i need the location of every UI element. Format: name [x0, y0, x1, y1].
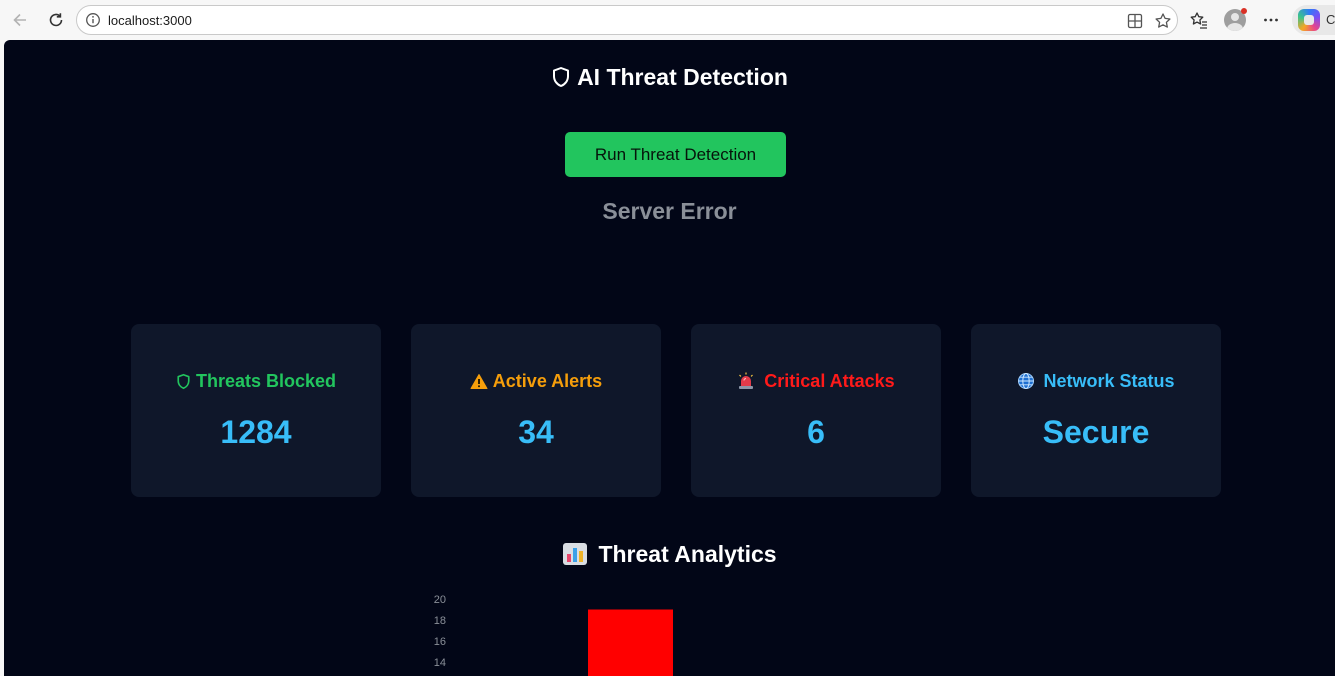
card-network-status: Network Status Secure [971, 324, 1221, 497]
copilot-label[interactable]: C [1326, 12, 1335, 27]
browser-toolbar: localhost:3000 C [0, 0, 1335, 40]
analytics-title-text: Threat Analytics [598, 541, 777, 567]
card-label-text: Critical Attacks [764, 371, 895, 391]
threat-analytics-chart: 20 18 16 14 [404, 590, 804, 676]
analytics-title: Threat Analytics [4, 541, 1335, 572]
y-tick-label: 20 [434, 594, 446, 606]
more-icon[interactable] [1259, 8, 1283, 32]
page-viewport: AI Threat Detection Run Threat Detection… [4, 40, 1335, 676]
card-value: Secure [1042, 414, 1150, 450]
card-label: Critical Attacks [691, 371, 941, 395]
run-threat-detection-button[interactable]: Run Threat Detection [565, 132, 786, 177]
reload-icon[interactable] [44, 8, 68, 32]
favorites-icon[interactable] [1187, 8, 1211, 32]
card-value: 6 [807, 414, 825, 450]
card-label: Active Alerts [411, 371, 661, 395]
card-critical-attacks: Critical Attacks 6 [691, 324, 941, 497]
warning-icon [470, 373, 488, 395]
page-title: AI Threat Detection [4, 64, 1335, 94]
card-label: Threats Blocked [131, 371, 381, 395]
info-icon[interactable] [85, 12, 101, 28]
card-label-text: Threats Blocked [195, 371, 337, 391]
y-tick-label: 18 [434, 615, 446, 627]
shield-icon [551, 66, 571, 94]
shield-icon [176, 373, 191, 395]
card-label: Network Status [971, 371, 1221, 395]
url-text[interactable]: localhost:3000 [108, 13, 192, 28]
siren-icon [737, 372, 755, 395]
copilot-icon[interactable] [1298, 9, 1320, 31]
split-screen-icon[interactable] [1126, 12, 1144, 30]
back-arrow-icon[interactable] [8, 8, 32, 32]
card-threats-blocked: Threats Blocked 1284 [131, 324, 381, 497]
y-tick-label: 14 [434, 657, 446, 669]
page-title-text: AI Threat Detection [577, 64, 788, 90]
card-label-text: Active Alerts [492, 371, 603, 391]
star-icon[interactable] [1154, 12, 1172, 30]
globe-icon [1017, 372, 1035, 395]
notification-dot [1241, 8, 1247, 14]
card-label-text: Network Status [1043, 371, 1175, 391]
bar-chart-icon [562, 542, 588, 572]
address-bar[interactable]: localhost:3000 [76, 5, 1178, 35]
card-value: 1284 [220, 414, 292, 450]
y-tick-label: 16 [434, 636, 446, 648]
chart-svg: 20 18 16 14 [434, 594, 673, 676]
card-value: 34 [518, 414, 554, 450]
chart-bar[interactable] [588, 609, 673, 676]
status-message: Server Error [602, 198, 737, 224]
card-active-alerts: Active Alerts 34 [411, 324, 661, 497]
